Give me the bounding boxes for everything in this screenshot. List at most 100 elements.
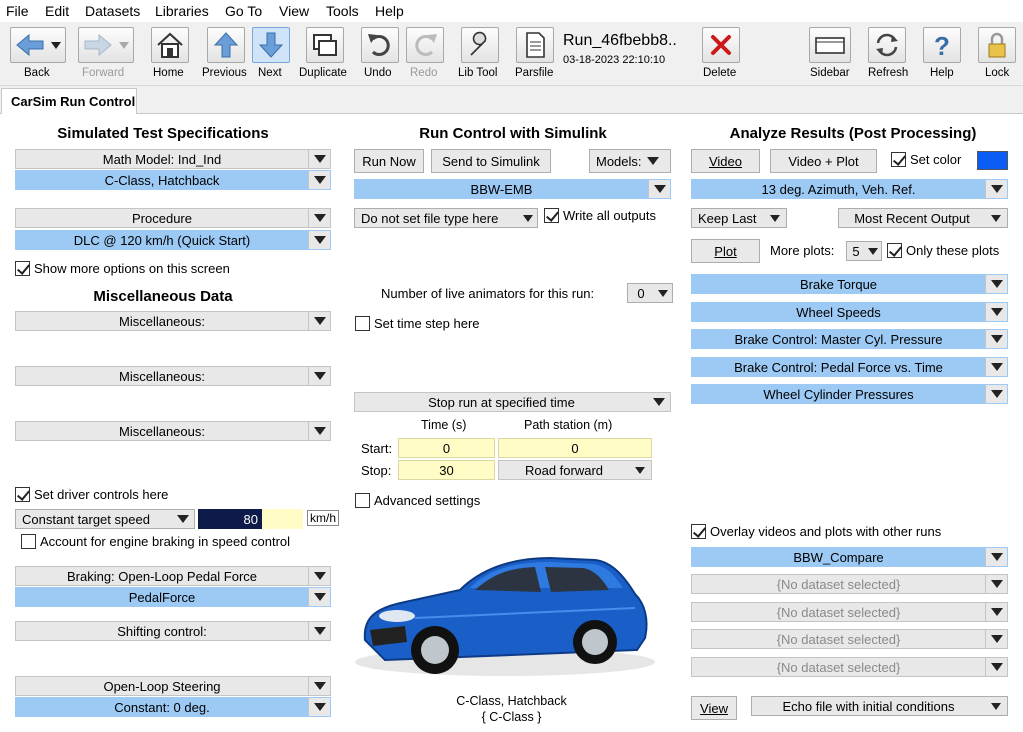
speed-mode-dropdown[interactable]: Constant target speed: [15, 509, 195, 529]
menu-goto[interactable]: Go To: [225, 3, 262, 19]
stop-station-label: Road forward: [524, 462, 604, 478]
only-these-plots-checkbox[interactable]: Only these plots: [887, 243, 999, 258]
more-plots-dropdown[interactable]: 5: [846, 241, 882, 261]
file-type-dropdown[interactable]: Do not set file type here: [354, 208, 538, 228]
steering-value-dropdown[interactable]: Constant: 0 deg.: [15, 697, 331, 717]
engine-braking-checkbox[interactable]: Account for engine braking in speed cont…: [21, 534, 290, 549]
help-button[interactable]: ?: [923, 27, 961, 63]
echo-file-dropdown[interactable]: Echo file with initial conditions: [751, 696, 1008, 716]
menu-file[interactable]: File: [6, 3, 29, 19]
math-model-dropdown[interactable]: Math Model: Ind_Ind: [15, 149, 331, 169]
overlay-runs-checkbox[interactable]: Overlay videos and plots with other runs: [691, 524, 941, 539]
back-button[interactable]: [10, 27, 66, 63]
lib-tool-button[interactable]: [461, 27, 499, 63]
forward-arrow-icon: [84, 33, 129, 57]
menu-tools[interactable]: Tools: [326, 3, 359, 19]
steering-dropdown[interactable]: Open-Loop Steering: [15, 676, 331, 696]
recent-output-dropdown[interactable]: Most Recent Output: [838, 208, 1008, 228]
chevron-down-icon: [985, 180, 1007, 198]
menu-datasets[interactable]: Datasets: [85, 3, 140, 19]
procedure-value-dropdown[interactable]: DLC @ 120 km/h (Quick Start): [15, 230, 331, 250]
video-plot-button[interactable]: Video + Plot: [770, 149, 877, 173]
menu-help[interactable]: Help: [375, 3, 404, 19]
set-driver-controls-checkbox[interactable]: Set driver controls here: [15, 487, 168, 502]
misc-dropdown-2[interactable]: Miscellaneous:: [15, 366, 331, 386]
plot-button[interactable]: Plot: [691, 239, 760, 263]
plot-dropdown-1[interactable]: Brake Torque: [691, 274, 1008, 294]
plot-dropdown-2[interactable]: Wheel Speeds: [691, 302, 1008, 322]
misc-dropdown-1[interactable]: Miscellaneous:: [15, 311, 331, 331]
animators-dropdown[interactable]: 0: [627, 283, 673, 303]
station-column-header: Path station (m): [524, 418, 613, 432]
camera-view-dropdown[interactable]: 13 deg. Azimuth, Veh. Ref.: [691, 179, 1008, 199]
plot-dropdown-4[interactable]: Brake Control: Pedal Force vs. Time: [691, 357, 1008, 377]
parsfile-button[interactable]: [516, 27, 554, 63]
animators-label: Number of live animators for this run:: [381, 286, 595, 301]
show-more-options-label: Show more options on this screen: [34, 261, 230, 276]
models-dropdown-button[interactable]: Models:: [589, 149, 671, 173]
write-all-outputs-checkbox[interactable]: Write all outputs: [544, 208, 656, 223]
undo-button[interactable]: [361, 27, 399, 63]
braking-value-dropdown[interactable]: PedalForce: [15, 587, 331, 607]
video-button[interactable]: Video: [691, 149, 760, 173]
overlay-run-dropdown-3[interactable]: {No dataset selected}: [691, 602, 1008, 622]
set-color-checkbox[interactable]: Set color: [891, 152, 961, 167]
delete-button[interactable]: [702, 27, 740, 63]
start-station-input[interactable]: 0: [498, 438, 652, 458]
tab-carsim-run-control[interactable]: CarSim Run Control: [1, 88, 137, 115]
simulink-model-dropdown[interactable]: BBW-EMB: [354, 179, 671, 199]
home-button[interactable]: [151, 27, 189, 63]
lock-button[interactable]: [978, 27, 1016, 63]
menu-edit[interactable]: Edit: [45, 3, 69, 19]
view-button[interactable]: View: [691, 696, 737, 720]
refresh-label: Refresh: [868, 67, 909, 79]
chevron-down-icon: [308, 150, 330, 168]
forward-button[interactable]: [78, 27, 134, 63]
overlay-run-dropdown-2[interactable]: {No dataset selected}: [691, 574, 1008, 594]
next-button[interactable]: [252, 27, 290, 63]
braking-dropdown[interactable]: Braking: Open-Loop Pedal Force: [15, 566, 331, 586]
redo-button[interactable]: [406, 27, 444, 63]
vehicle-dropdown[interactable]: C-Class, Hatchback: [15, 170, 331, 190]
file-type-label: Do not set file type here: [361, 210, 499, 226]
menu-libraries[interactable]: Libraries: [155, 3, 209, 19]
advanced-settings-checkbox[interactable]: Advanced settings: [355, 493, 480, 508]
menu-view[interactable]: View: [279, 3, 309, 19]
set-time-step-checkbox[interactable]: Set time step here: [355, 316, 480, 331]
start-time-input[interactable]: 0: [398, 438, 495, 458]
speed-value-input[interactable]: 80: [198, 509, 262, 529]
color-swatch-button[interactable]: [977, 151, 1008, 170]
plot-dropdown-3[interactable]: Brake Control: Master Cyl. Pressure: [691, 329, 1008, 349]
misc-label-2: Miscellaneous:: [119, 368, 205, 384]
chevron-down-icon: [308, 588, 330, 606]
plot-label: Plot: [714, 243, 737, 259]
sidebar-button[interactable]: [809, 27, 851, 63]
misc-dropdown-3[interactable]: Miscellaneous:: [15, 421, 331, 441]
stop-station-dropdown[interactable]: Road forward: [498, 460, 652, 480]
keep-last-dropdown[interactable]: Keep Last: [691, 208, 787, 228]
stop-time-input[interactable]: 30: [398, 460, 495, 480]
previous-button[interactable]: [207, 27, 245, 63]
chevron-down-icon: [985, 358, 1007, 376]
procedure-dropdown[interactable]: Procedure: [15, 208, 331, 228]
shifting-dropdown[interactable]: Shifting control:: [15, 621, 331, 641]
duplicate-icon: [313, 34, 337, 56]
overlay-run-dropdown-1[interactable]: BBW_Compare: [691, 547, 1008, 567]
overlay-run-label-2: {No dataset selected}: [776, 576, 901, 592]
document-icon: [526, 32, 545, 58]
redo-icon: [415, 34, 437, 56]
send-to-simulink-button[interactable]: Send to Simulink: [431, 149, 551, 173]
show-more-options-checkbox[interactable]: Show more options on this screen: [15, 261, 230, 276]
refresh-button[interactable]: [868, 27, 906, 63]
braking-value-label: PedalForce: [128, 589, 196, 605]
steering-value-label: Constant: 0 deg.: [114, 699, 210, 715]
overlay-run-dropdown-5[interactable]: {No dataset selected}: [691, 657, 1008, 677]
duplicate-button[interactable]: [306, 27, 344, 63]
tab-strip: [0, 86, 1023, 114]
plot-dropdown-5[interactable]: Wheel Cylinder Pressures: [691, 384, 1008, 404]
stop-mode-label: Stop run at specified time: [428, 394, 575, 410]
overlay-run-dropdown-4[interactable]: {No dataset selected}: [691, 629, 1008, 649]
simulink-model-label: BBW-EMB: [470, 181, 533, 197]
run-now-button[interactable]: Run Now: [354, 149, 424, 173]
stop-mode-dropdown[interactable]: Stop run at specified time: [354, 392, 671, 412]
